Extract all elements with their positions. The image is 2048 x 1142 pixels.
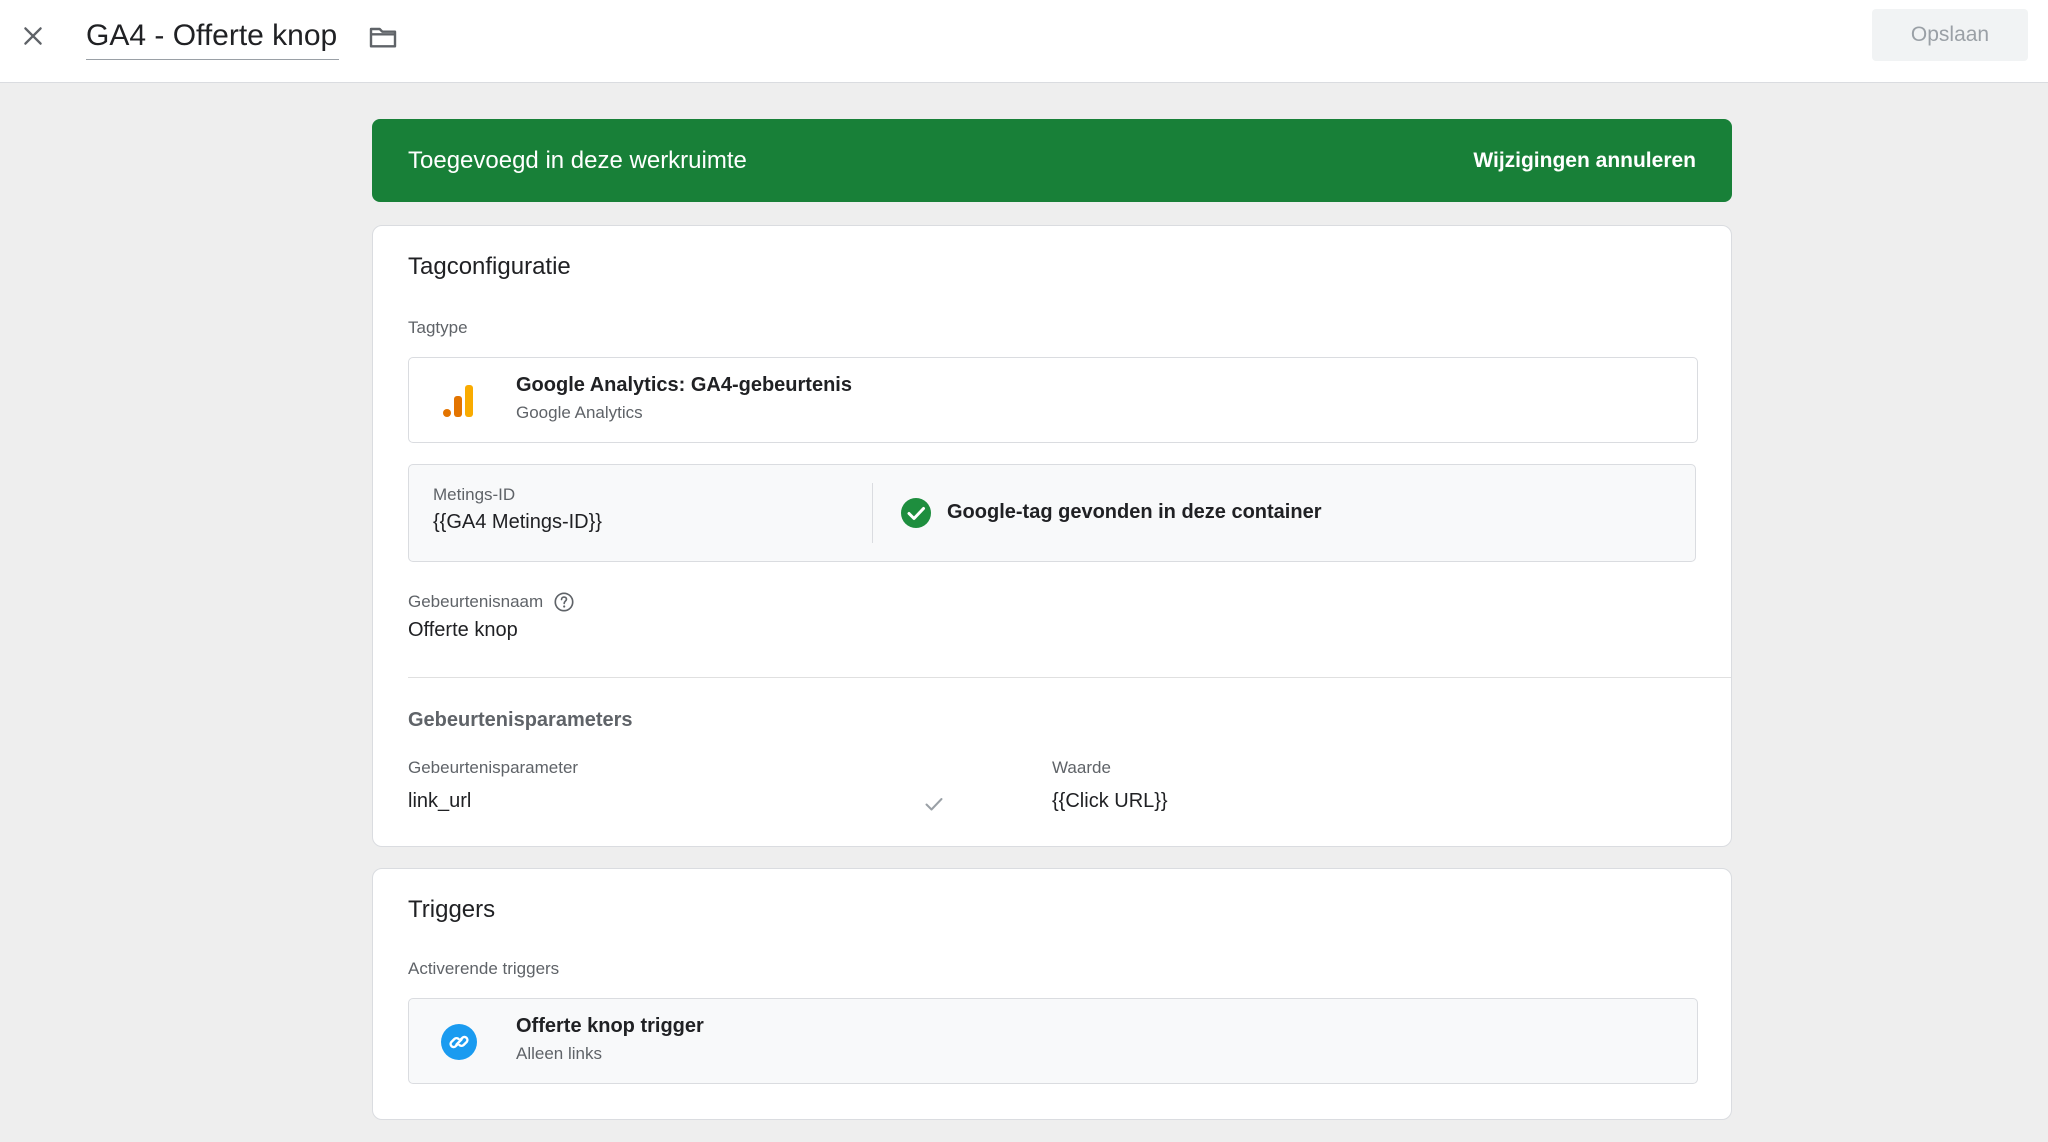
param-column-header: Gebeurtenisparameter <box>408 758 579 777</box>
top-bar: GA4 - Offerte knop Opslaan <box>0 0 2048 83</box>
param-value-cell[interactable]: {{Click URL}} <box>1052 790 1168 813</box>
folder-icon[interactable] <box>366 20 400 54</box>
tag-type-label: Tagtype <box>408 318 468 337</box>
measurement-id-field[interactable]: {{GA4 Metings-ID}} <box>433 511 602 534</box>
workspace-status-banner: Toegevoegd in deze werkruimte Wijziginge… <box>372 119 1732 202</box>
google-tag-found-status: Google-tag gevonden in deze container <box>947 501 1322 523</box>
trigger-name: Offerte knop trigger <box>516 1015 704 1037</box>
tag-type-name: Google Analytics: GA4-gebeurtenis <box>516 374 852 396</box>
triggers-title: Triggers <box>408 896 496 923</box>
value-column-header: Waarde <box>1052 758 1111 777</box>
check-circle-icon <box>901 498 931 528</box>
tag-type-selector[interactable]: Google Analytics: GA4-gebeurtenis Google… <box>408 357 1698 443</box>
tag-configuration-card[interactable]: Tagconfiguratie Tagtype Google Analytics… <box>372 225 1732 847</box>
tag-configuration-title: Tagconfiguratie <box>408 253 571 280</box>
divider <box>872 483 873 543</box>
measurement-id-label: Metings-ID <box>433 485 516 504</box>
trigger-item[interactable]: Offerte knop trigger Alleen links <box>408 998 1698 1084</box>
event-name-value[interactable]: Offerte knop <box>408 619 518 642</box>
tag-type-vendor: Google Analytics <box>516 403 643 422</box>
discard-changes-button[interactable]: Wijzigingen annuleren <box>1473 119 1696 202</box>
banner-text: Toegevoegd in deze werkruimte <box>408 147 747 174</box>
link-icon <box>439 1022 479 1062</box>
triggers-card[interactable]: Triggers Activerende triggers Offerte kn… <box>372 868 1732 1120</box>
param-name-cell[interactable]: link_url <box>408 790 471 813</box>
firing-triggers-label: Activerende triggers <box>408 959 560 978</box>
close-icon[interactable] <box>14 17 52 55</box>
event-name-label-row: Gebeurtenisnaam <box>408 591 575 613</box>
measurement-id-box: Metings-ID {{GA4 Metings-ID}} Google-tag… <box>408 464 1696 562</box>
event-name-label: Gebeurtenisnaam <box>408 592 544 611</box>
trigger-type: Alleen links <box>516 1044 602 1063</box>
check-icon <box>925 798 943 811</box>
google-analytics-icon <box>439 381 479 421</box>
section-divider <box>408 677 1731 678</box>
event-params-title: Gebeurtenisparameters <box>408 709 633 731</box>
tag-name-input[interactable]: GA4 - Offerte knop <box>86 14 340 60</box>
save-button[interactable]: Opslaan <box>1872 9 2028 61</box>
help-icon[interactable] <box>553 591 575 613</box>
